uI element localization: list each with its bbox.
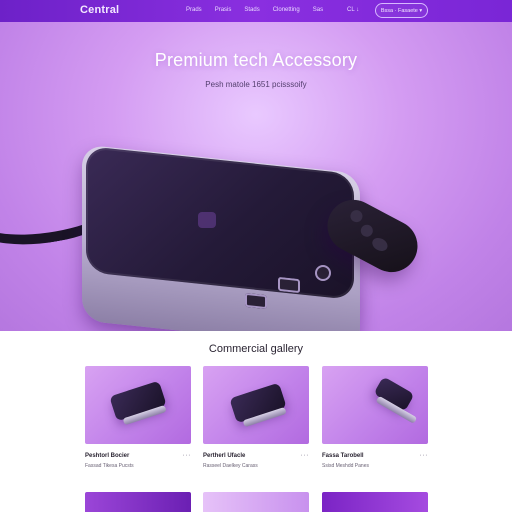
nav-link-2[interactable]: Prasis	[215, 7, 232, 13]
more-options-icon[interactable]: ···	[420, 452, 429, 459]
device-logo-icon	[198, 212, 216, 228]
gallery-card-meta: Fassad Tikesa Pucsts	[85, 463, 134, 469]
nav-links: Prads Prasis Stads Clonetting Sas	[186, 7, 336, 13]
gallery-card-image[interactable]	[85, 492, 191, 512]
top-nav: Central Prads Prasis Stads Clonetting Sa…	[0, 0, 512, 22]
more-options-icon[interactable]: ···	[301, 452, 310, 459]
gallery-card-title-row: Peshtorl Bocier ···	[85, 452, 191, 459]
usb-port-icon	[278, 276, 300, 294]
hero-title: Premium tech Accessory	[154, 50, 358, 70]
gallery-card-title-row: Fassa Tarobell ···	[322, 452, 428, 459]
product-thumbnail	[109, 380, 167, 422]
hero: Premium tech Accessory Pesh matole 1651 …	[0, 22, 512, 331]
gallery-card-image[interactable]	[322, 366, 428, 444]
product-thumbnail	[229, 382, 287, 424]
more-options-icon[interactable]: ···	[183, 452, 192, 459]
gallery-card-name: Pertherl Ufacle	[203, 452, 246, 459]
nav-link-1[interactable]: Prads	[186, 7, 202, 13]
gallery-card[interactable]: Pertherl Ufacle ··· Rasseel Daelkey Cara…	[203, 366, 309, 469]
usb-port-icon	[245, 292, 267, 310]
gallery-card[interactable]: Peshtorl Bocier ··· Fassad Tikesa Pucsts	[85, 366, 191, 469]
gallery-card-name: Fassa Tarobell	[322, 452, 364, 459]
nav-link-5[interactable]: Sas	[313, 7, 323, 13]
gallery-card-image[interactable]	[203, 492, 309, 512]
remote-button	[358, 222, 375, 239]
nav-link-3[interactable]: Stads	[244, 7, 259, 13]
gallery-card-meta: Rasseel Daelkey Carass	[203, 463, 258, 469]
remote-button	[370, 235, 390, 254]
gallery-title: Commercial gallery	[208, 343, 304, 355]
audio-jack-icon	[315, 265, 331, 281]
nav-action-label: Bssa · Fasaete ▾	[380, 7, 423, 14]
remote-button	[348, 208, 365, 225]
gallery-card[interactable]: Fassa Tarobell ··· Ssisd Meshdd Panes	[322, 366, 428, 469]
hero-subtitle: Pesh matole 1651 pcisssoify	[205, 80, 307, 89]
gallery-card-image[interactable]	[322, 492, 428, 512]
gallery-card-image[interactable]	[85, 366, 191, 444]
gallery-card-title-row: Pertherl Ufacle ···	[203, 452, 309, 459]
nav-utility[interactable]: CL ↓	[347, 7, 359, 13]
gallery-card-name: Peshtorl Bocier	[85, 452, 130, 459]
gallery-card-meta: Ssisd Meshdd Panes	[322, 463, 369, 469]
nav-action-button[interactable]: Bssa · Fasaete ▾	[375, 3, 428, 18]
product-thumbnail	[373, 376, 415, 412]
gallery-card-image[interactable]	[203, 366, 309, 444]
logo[interactable]: Central	[80, 4, 119, 16]
nav-link-4[interactable]: Clonetting	[273, 7, 300, 13]
